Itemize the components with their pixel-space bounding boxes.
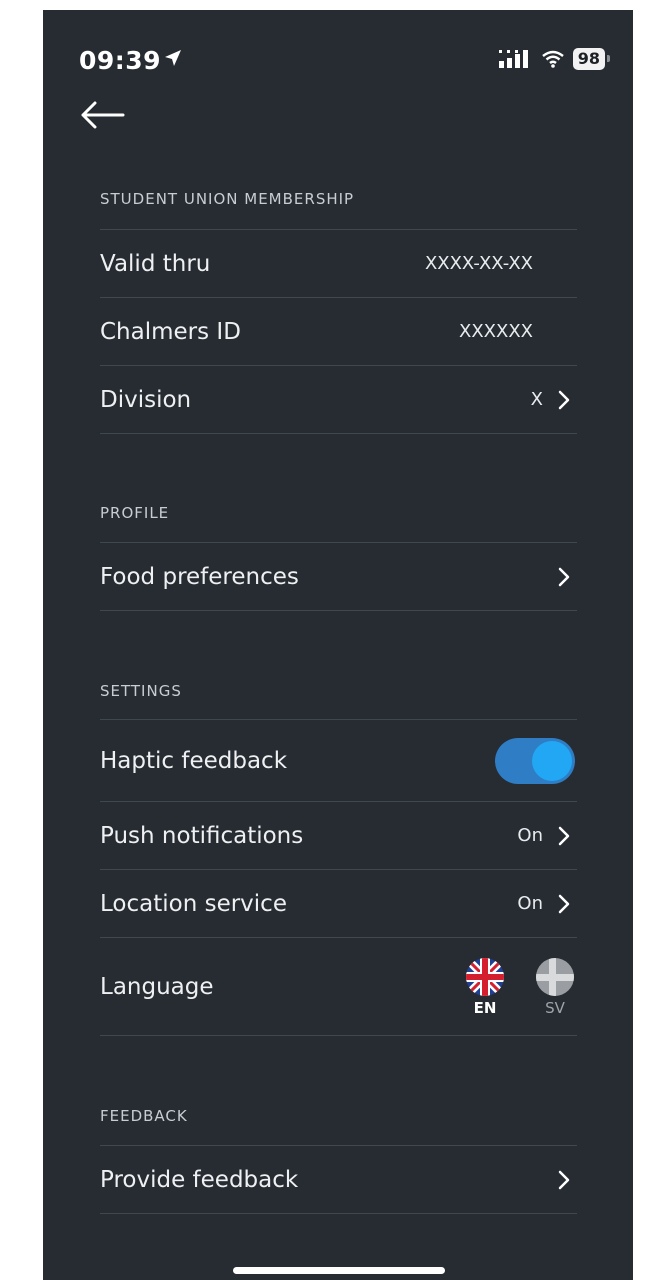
- division-right: X: [531, 389, 577, 410]
- language-label: Language: [100, 973, 214, 1000]
- chevron-right-icon: [558, 1170, 570, 1189]
- battery-icon: 98: [572, 48, 611, 70]
- divider: [100, 433, 577, 434]
- food-preferences-label: Food preferences: [100, 563, 299, 590]
- status-time: 09:39: [79, 46, 162, 75]
- chalmers-id-row: Chalmers ID XXXXXX: [100, 297, 577, 365]
- divider: [100, 1213, 577, 1214]
- language-selector: EN SV: [465, 957, 575, 1017]
- language-code-sv: SV: [545, 998, 565, 1017]
- haptic-feedback-label: Haptic feedback: [100, 747, 288, 774]
- back-arrow-icon: [81, 101, 125, 129]
- location-service-row[interactable]: Location service On: [100, 869, 577, 937]
- chevron-right-icon: [558, 894, 570, 913]
- location-service-value: On: [517, 893, 543, 914]
- settings-section-header: SETTINGS: [100, 682, 182, 700]
- provide-feedback-right: [557, 1170, 577, 1190]
- wifi-icon: [541, 50, 564, 68]
- language-row: Language EN SV: [100, 937, 577, 1035]
- division-value: X: [530, 389, 543, 410]
- food-preferences-row[interactable]: Food preferences: [100, 542, 577, 610]
- valid-thru-row: Valid thru XXXX-XX-XX: [100, 229, 577, 297]
- provide-feedback-label: Provide feedback: [100, 1166, 299, 1193]
- status-icons: 98: [498, 48, 611, 70]
- divider: [100, 610, 577, 611]
- chevron-right-icon: [558, 826, 570, 845]
- chevron-right-icon: [558, 567, 570, 586]
- push-notifications-label: Push notifications: [100, 822, 304, 849]
- location-service-label: Location service: [100, 890, 287, 917]
- valid-thru-value: XXXX-XX-XX: [424, 253, 533, 274]
- location-service-right: On: [517, 893, 577, 914]
- haptic-feedback-toggle[interactable]: [495, 737, 575, 784]
- valid-thru-label: Valid thru: [100, 250, 211, 277]
- toggle-knob: [532, 740, 572, 781]
- push-notifications-right: On: [517, 825, 577, 846]
- uk-flag-icon: [466, 957, 504, 996]
- phone-screen: 09:39 98 STUDENT UNION MEMBERSHIP Valid …: [43, 10, 633, 1280]
- signal-icon: [498, 50, 528, 68]
- location-arrow-icon: [165, 50, 181, 66]
- sweden-flag-icon: [536, 957, 574, 996]
- chalmers-id-label: Chalmers ID: [100, 318, 241, 345]
- back-button[interactable]: [79, 100, 129, 140]
- language-option-sv[interactable]: SV: [535, 957, 575, 1017]
- chalmers-id-value: XXXXXX: [459, 321, 533, 342]
- push-notifications-row[interactable]: Push notifications On: [100, 801, 577, 869]
- division-row[interactable]: Division X: [100, 365, 577, 433]
- home-indicator[interactable]: [233, 1267, 445, 1274]
- status-bar: 09:39 98: [43, 10, 633, 90]
- food-preferences-right: [557, 567, 577, 587]
- divider: [100, 1035, 577, 1036]
- division-label: Division: [100, 386, 192, 413]
- language-code-en: EN: [473, 998, 497, 1017]
- profile-section-header: PROFILE: [100, 504, 170, 522]
- push-notifications-value: On: [517, 825, 543, 846]
- provide-feedback-row[interactable]: Provide feedback: [100, 1145, 577, 1213]
- feedback-section-header: FEEDBACK: [100, 1107, 188, 1125]
- language-option-en[interactable]: EN: [465, 957, 505, 1017]
- chevron-right-icon: [558, 390, 570, 409]
- haptic-feedback-row: Haptic feedback: [100, 719, 577, 801]
- membership-section-header: STUDENT UNION MEMBERSHIP: [100, 190, 355, 208]
